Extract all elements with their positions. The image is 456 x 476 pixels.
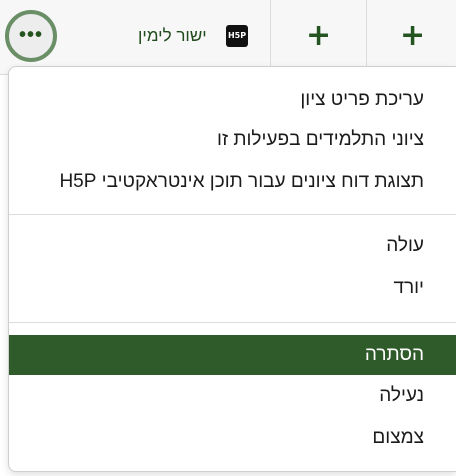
- menu-item-hide[interactable]: הסתרה: [9, 335, 456, 375]
- menu-divider: [9, 322, 456, 323]
- menu-item-edit-grade-item[interactable]: עריכת פריט ציון: [9, 79, 456, 121]
- menu-divider: [9, 214, 456, 215]
- ellipsis-icon: •••: [18, 24, 43, 46]
- activity-name-link[interactable]: ישור לימין: [138, 26, 207, 46]
- menu-item-collapse[interactable]: צמצום: [9, 417, 456, 459]
- gradebook-header-row: ••• ישור לימין H5P + +: [0, 0, 456, 75]
- menu-item-sort-descending[interactable]: יורד: [9, 267, 456, 309]
- menu-item-student-grades[interactable]: ציוני התלמידים בפעילות זו: [9, 119, 456, 161]
- actions-dropdown-menu: עריכת פריט ציון ציוני התלמידים בפעילות ז…: [8, 66, 456, 472]
- menu-item-sort-ascending[interactable]: עולה: [9, 225, 456, 267]
- more-actions-button[interactable]: •••: [5, 10, 57, 62]
- activity-column-header[interactable]: ישור לימין H5P: [130, 22, 250, 50]
- menu-item-lock[interactable]: נעילה: [9, 375, 456, 417]
- menu-item-h5p-grade-report[interactable]: תצוגת דוח ציונים עבור תוכן אינטראקטיבי H…: [9, 161, 456, 203]
- add-icon-button[interactable]: +: [400, 17, 425, 55]
- add-icon-button[interactable]: +: [306, 17, 331, 55]
- h5p-icon: H5P: [226, 25, 248, 47]
